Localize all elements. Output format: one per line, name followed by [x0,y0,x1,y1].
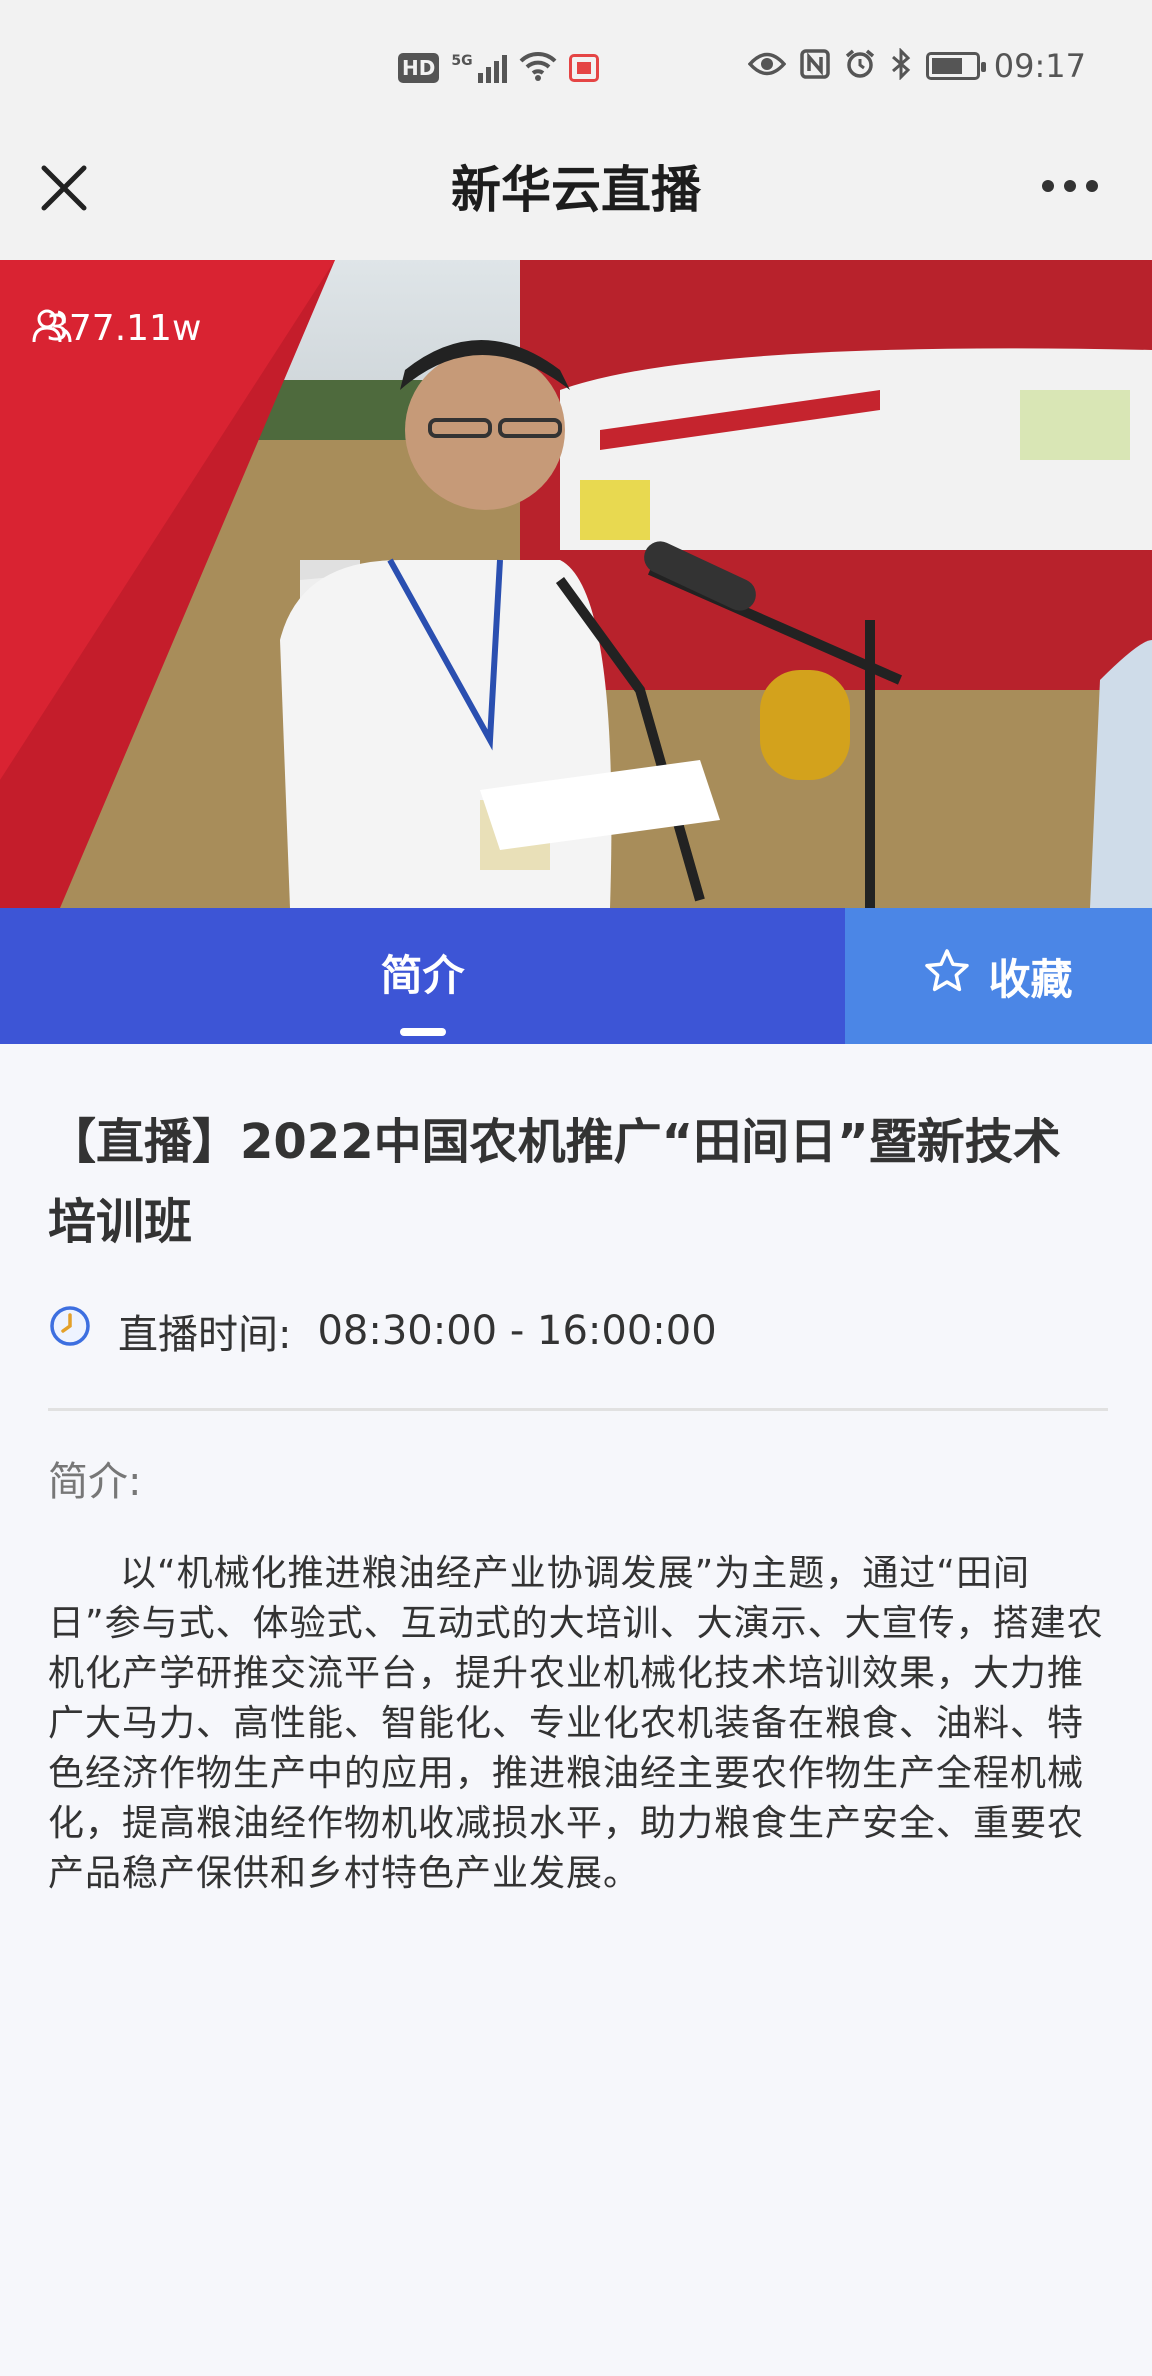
video-frame-illustration [0,260,1152,908]
bluetooth-icon [890,47,912,84]
battery-icon [925,52,986,80]
favorite-button[interactable]: 收藏 [845,908,1152,1044]
status-bar: HD 5G 09:17 [0,0,1152,130]
live-title: 【直播】2022中国农机推广“田间日”暨新技术培训班 [48,1114,1061,1250]
tab-intro[interactable]: 简介 [0,908,845,1044]
tab-intro-label: 简介 [380,950,465,1000]
app-notification-icon [568,54,599,82]
status-icons-right: 09:17 [747,44,1086,88]
page-title: 新华云直播 [451,161,701,219]
alarm-icon [844,48,876,84]
divider [48,1408,1108,1411]
live-time-row: 直播时间: 08:30:00 - 16:00:00 [48,1302,1108,1360]
intro-body: 以“机械化推进粮油经产业协调发展”为主题，通过“田间日”参与式、体验式、互动式的… [48,1553,1104,1894]
5g-signal-icon: 5G [451,53,507,83]
hd-badge: HD [398,53,440,83]
live-detail-content: 【直播】2022中国农机推广“田间日”暨新技术培训班 直播时间: 08:30:0… [48,1044,1108,1899]
eye-icon [747,51,787,81]
status-icons-left: HD 5G [398,48,599,88]
favorite-label: 收藏 [988,954,1073,1004]
live-time-label: 直播时间: [118,1312,292,1358]
navbar: 新华云直播 [0,130,1152,260]
status-time: 09:17 [993,47,1086,85]
tab-active-indicator [400,1028,446,1036]
viewer-count: 377.11w [32,308,201,349]
tab-bar: 简介 收藏 [0,908,1152,1044]
intro-heading: 简介: [48,1459,142,1505]
nfc-icon [800,49,830,83]
more-icon[interactable] [1042,180,1098,192]
live-video-player[interactable]: 377.11w [0,260,1152,908]
star-outline-icon [924,948,970,1004]
live-time-value: 08:30:00 - 16:00:00 [317,1308,717,1354]
clock-icon [48,1304,92,1358]
wifi-icon [519,51,557,85]
